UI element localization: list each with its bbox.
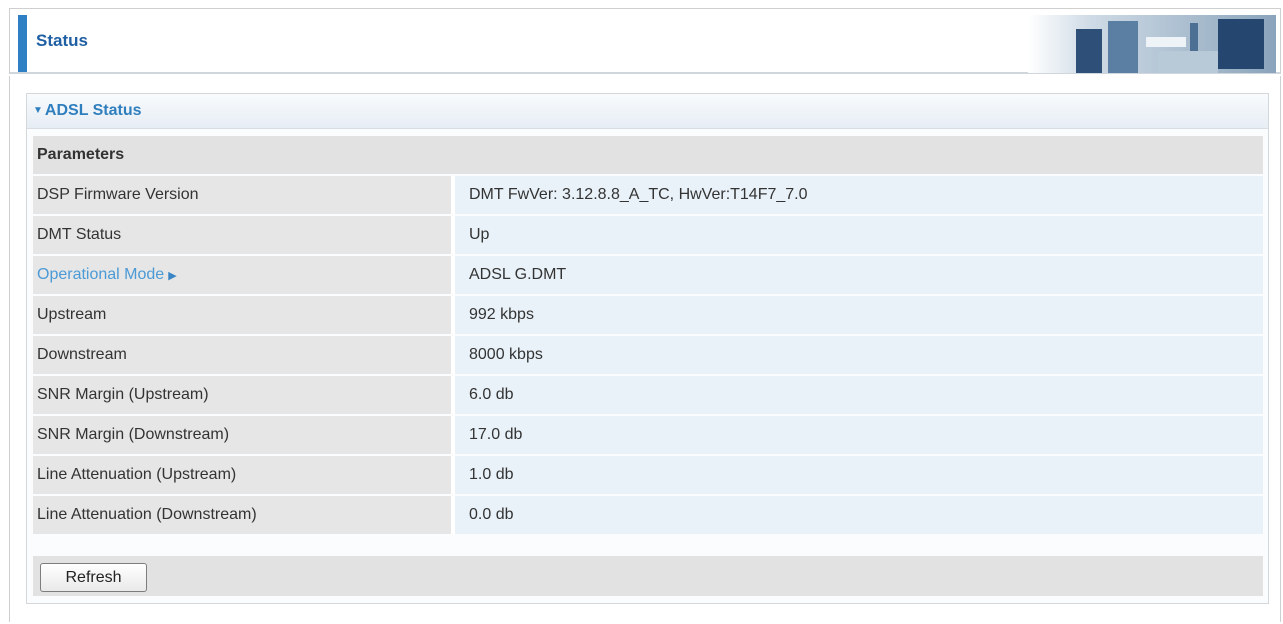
status-page: Status ▼ ADSL Status Parameters DSP Firm… xyxy=(0,0,1283,624)
table-row: DMT Status Up xyxy=(33,216,1263,254)
page-title: Status xyxy=(36,31,88,50)
panel-title-bar[interactable]: ▼ ADSL Status xyxy=(27,94,1268,129)
row-value: 8000 kbps xyxy=(455,336,1263,374)
row-label: Line Attenuation (Upstream) xyxy=(33,456,455,494)
table-row: SNR Margin (Downstream) 17.0 db xyxy=(33,416,1263,454)
header-accent-bar xyxy=(18,15,27,72)
operational-mode-link[interactable]: Operational Mode ▶ xyxy=(37,266,177,283)
row-label: SNR Margin (Upstream) xyxy=(33,376,455,414)
triangle-down-icon: ▼ xyxy=(33,105,43,116)
row-label: DSP Firmware Version xyxy=(33,176,455,214)
status-table: Parameters DSP Firmware Version DMT FwVe… xyxy=(33,134,1263,536)
header-banner-graphic xyxy=(1028,15,1276,73)
row-value: 0.0 db xyxy=(455,496,1263,534)
row-label: SNR Margin (Downstream) xyxy=(33,416,455,454)
row-label: Upstream xyxy=(33,296,455,334)
row-label: DMT Status xyxy=(33,216,455,254)
table-row: Upstream 992 kbps xyxy=(33,296,1263,334)
params-header: Parameters xyxy=(33,136,1263,174)
panel-title: ADSL Status xyxy=(44,102,142,119)
refresh-button[interactable]: Refresh xyxy=(40,563,147,592)
row-value: 17.0 db xyxy=(455,416,1263,454)
table-row: SNR Margin (Upstream) 6.0 db xyxy=(33,376,1263,414)
table-row: DSP Firmware Version DMT FwVer: 3.12.8.8… xyxy=(33,176,1263,214)
row-label: Downstream xyxy=(33,336,455,374)
button-row: Refresh xyxy=(33,556,1263,596)
row-value: 992 kbps xyxy=(455,296,1263,334)
row-value: DMT FwVer: 3.12.8.8_A_TC, HwVer:T14F7_7.… xyxy=(455,176,1263,214)
table-header-row: Parameters xyxy=(33,136,1263,174)
table-row: Operational Mode ▶ ADSL G.DMT xyxy=(33,256,1263,294)
operational-mode-cell: Operational Mode ▶ xyxy=(33,256,455,294)
row-value: 1.0 db xyxy=(455,456,1263,494)
triangle-right-icon: ▶ xyxy=(168,270,177,282)
row-value: Up xyxy=(455,216,1263,254)
table-row: Line Attenuation (Upstream) 1.0 db xyxy=(33,456,1263,494)
row-label: Line Attenuation (Downstream) xyxy=(33,496,455,534)
row-value: ADSL G.DMT xyxy=(455,256,1263,294)
table-row: Downstream 8000 kbps xyxy=(33,336,1263,374)
row-label: Operational Mode xyxy=(37,266,165,283)
row-value: 6.0 db xyxy=(455,376,1263,414)
table-row: Line Attenuation (Downstream) 0.0 db xyxy=(33,496,1263,534)
page-header: Status xyxy=(9,8,1281,74)
adsl-status-panel: ▼ ADSL Status Parameters DSP Firmware Ver… xyxy=(26,93,1269,604)
